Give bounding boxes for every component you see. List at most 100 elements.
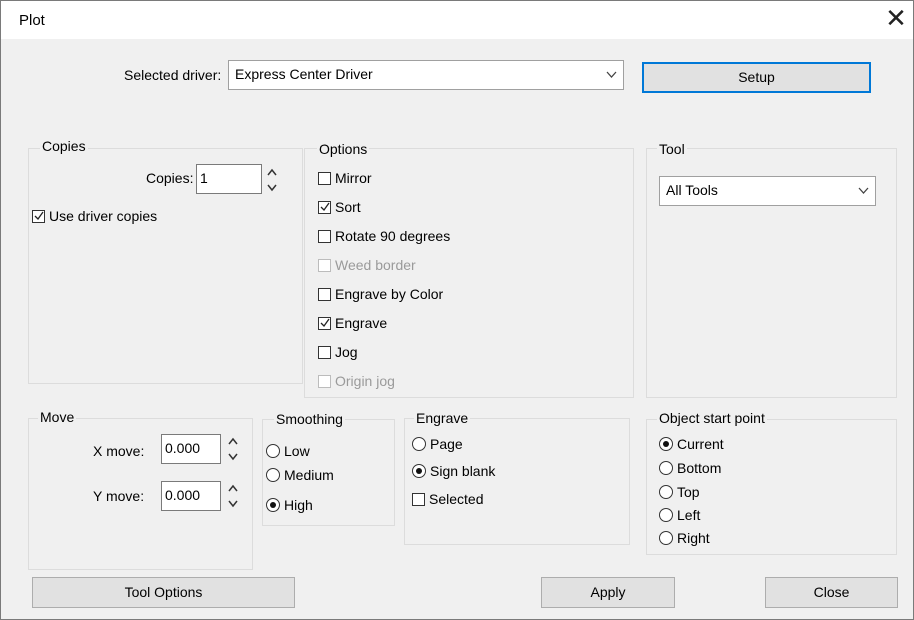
start-point-option-label: Top xyxy=(677,484,700,500)
option-label: Mirror xyxy=(335,170,372,186)
option-origin-jog: Origin jog xyxy=(318,373,395,389)
option-weed-border: Weed border xyxy=(318,257,416,273)
y-move-value: 0.000 xyxy=(165,487,201,503)
checkbox-box[interactable] xyxy=(32,209,45,223)
start-point-top-radio[interactable]: Top xyxy=(659,484,700,500)
smoothing-option-label: Medium xyxy=(284,467,334,483)
object-start-point-group-label: Object start point xyxy=(657,410,767,426)
option-label: Rotate 90 degrees xyxy=(335,228,451,244)
radio-circle[interactable] xyxy=(659,437,673,451)
y-move-label: Y move: xyxy=(93,488,145,504)
tool-options-button[interactable]: Tool Options xyxy=(32,577,295,608)
checkmark-icon xyxy=(320,318,330,327)
close-button[interactable]: Close xyxy=(765,577,898,608)
tool-select-value: All Tools xyxy=(666,182,718,198)
checkmark-icon xyxy=(320,202,330,211)
radio-selected-dot xyxy=(663,441,669,447)
radio-selected-dot xyxy=(416,468,422,474)
x-move-input[interactable]: 0.000 xyxy=(161,434,221,464)
checkbox-box[interactable] xyxy=(318,316,331,330)
setup-button[interactable]: Setup xyxy=(642,62,871,93)
options-group-label: Options xyxy=(317,141,370,157)
option-rotate-90[interactable]: Rotate 90 degrees xyxy=(318,228,450,244)
option-mirror[interactable]: Mirror xyxy=(318,170,372,186)
smoothing-high-radio[interactable]: High xyxy=(266,497,313,513)
checkbox-box[interactable] xyxy=(318,171,331,185)
copies-spinner-icon[interactable] xyxy=(266,166,278,194)
checkbox-box xyxy=(318,258,331,272)
engrave-group-label: Engrave xyxy=(414,410,471,426)
tool-options-button-label: Tool Options xyxy=(124,584,203,600)
checkbox-box xyxy=(318,374,331,388)
option-sort[interactable]: Sort xyxy=(318,199,361,215)
start-point-current-radio[interactable]: Current xyxy=(659,436,724,452)
move-group-label: Move xyxy=(38,409,77,425)
close-button-label: Close xyxy=(813,584,850,600)
window-title: Plot xyxy=(19,12,45,29)
radio-circle[interactable] xyxy=(266,444,280,458)
start-point-option-label: Current xyxy=(677,436,724,452)
selected-driver-label: Selected driver: xyxy=(124,67,222,83)
copies-label: Copies: xyxy=(146,170,194,186)
engrave-page-radio[interactable]: Page xyxy=(412,436,463,452)
checkbox-box[interactable] xyxy=(318,345,331,359)
smoothing-option-label: Low xyxy=(284,443,310,459)
apply-button-label: Apply xyxy=(590,584,626,600)
copies-input-value: 1 xyxy=(200,170,208,186)
option-engrave[interactable]: Engrave xyxy=(318,315,387,331)
start-point-right-radio[interactable]: Right xyxy=(659,530,710,546)
checkbox-box[interactable] xyxy=(318,287,331,301)
apply-button[interactable]: Apply xyxy=(541,577,675,608)
radio-circle[interactable] xyxy=(412,464,426,478)
radio-circle[interactable] xyxy=(266,468,280,482)
close-icon[interactable]: ✕ xyxy=(883,5,909,33)
radio-circle[interactable] xyxy=(659,485,673,499)
smoothing-medium-radio[interactable]: Medium xyxy=(266,467,334,483)
engrave-page-label: Page xyxy=(430,436,463,452)
use-driver-copies-checkbox[interactable]: Use driver copies xyxy=(32,208,157,224)
start-point-option-label: Right xyxy=(677,530,710,546)
y-move-input[interactable]: 0.000 xyxy=(161,481,221,511)
start-point-option-label: Bottom xyxy=(677,460,722,476)
x-move-value: 0.000 xyxy=(165,440,201,456)
copies-input[interactable]: 1 xyxy=(196,164,262,194)
checkbox-box[interactable] xyxy=(318,200,331,214)
radio-selected-dot xyxy=(270,502,276,508)
copies-group-label: Copies xyxy=(40,138,88,154)
radio-circle[interactable] xyxy=(659,531,673,545)
tool-group-label: Tool xyxy=(657,141,687,157)
x-move-label: X move: xyxy=(93,443,145,459)
title-bar: Plot ✕ xyxy=(1,1,913,39)
tool-select[interactable]: All Tools xyxy=(659,176,876,206)
option-label: Origin jog xyxy=(335,373,395,389)
option-label: Jog xyxy=(335,344,358,360)
start-point-left-radio[interactable]: Left xyxy=(659,507,700,523)
radio-circle[interactable] xyxy=(659,508,673,522)
driver-select-value: Express Center Driver xyxy=(235,66,373,82)
setup-button-label: Setup xyxy=(738,69,775,85)
y-move-spinner-icon[interactable] xyxy=(227,482,239,510)
smoothing-option-label: High xyxy=(284,497,313,513)
driver-select[interactable]: Express Center Driver xyxy=(228,60,624,90)
engrave-sign-blank-radio[interactable]: Sign blank xyxy=(412,463,495,479)
engrave-selected-label: Selected xyxy=(429,491,484,507)
start-point-option-label: Left xyxy=(677,507,701,523)
smoothing-low-radio[interactable]: Low xyxy=(266,443,310,459)
radio-circle[interactable] xyxy=(266,498,280,512)
radio-circle[interactable] xyxy=(412,437,426,451)
start-point-bottom-radio[interactable]: Bottom xyxy=(659,460,721,476)
checkbox-box[interactable] xyxy=(412,492,425,506)
chevron-down-icon xyxy=(858,187,869,194)
engrave-selected-checkbox[interactable]: Selected xyxy=(412,491,483,507)
engrave-sign-blank-label: Sign blank xyxy=(430,463,496,479)
option-label: Weed border xyxy=(335,257,416,273)
option-engrave-by-color[interactable]: Engrave by Color xyxy=(318,286,443,302)
checkbox-box[interactable] xyxy=(318,229,331,243)
option-jog[interactable]: Jog xyxy=(318,344,358,360)
plot-dialog: Plot ✕ Selected driver: Express Center D… xyxy=(0,0,914,620)
checkmark-icon xyxy=(34,211,44,220)
x-move-spinner-icon[interactable] xyxy=(227,435,239,463)
radio-circle[interactable] xyxy=(659,461,673,475)
chevron-down-icon xyxy=(606,71,617,78)
smoothing-group-label: Smoothing xyxy=(274,411,345,427)
